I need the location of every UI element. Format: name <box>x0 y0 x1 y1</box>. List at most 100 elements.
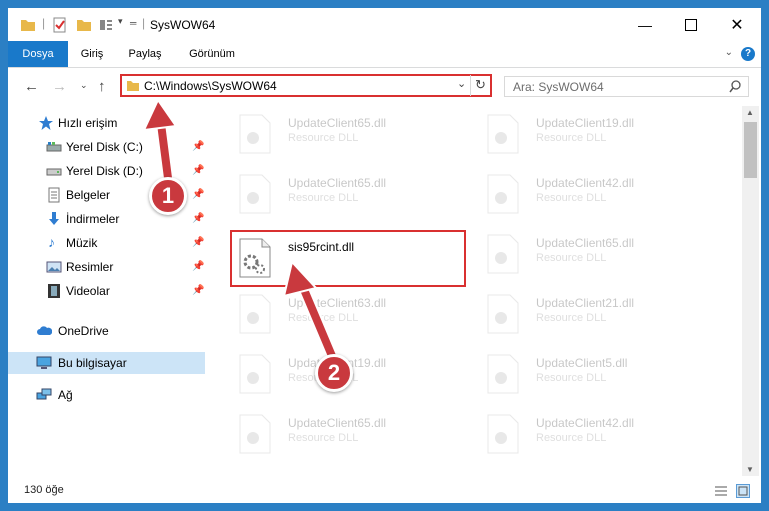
folder-icon <box>21 20 35 31</box>
sidebar-item-quick-access[interactable]: Hızlı erişim <box>8 112 205 134</box>
file-item[interactable]: UpdateClient65.dll Resource DLL <box>228 170 458 220</box>
file-item[interactable]: UpdateClient19.dll Resource DLL <box>476 110 706 160</box>
pin-icon[interactable]: 📌 <box>192 141 204 152</box>
videos-icon <box>48 284 60 298</box>
sidebar-item-onedrive[interactable]: OneDrive <box>8 320 205 342</box>
vertical-scrollbar[interactable]: ▲ ▼ <box>742 106 759 476</box>
pin-icon[interactable]: 📌 <box>192 285 204 296</box>
minimize-icon: — <box>638 16 652 33</box>
file-item[interactable]: UpdateClient42.dll Resource DLL <box>476 410 706 460</box>
explorer-window: | ▾ ═ | SysWOW64 — ✕ Dosya Giriş Paylaş … <box>8 8 761 503</box>
new-folder-icon[interactable] <box>76 17 92 33</box>
search-placeholder: Ara: SysWOW64 <box>513 80 604 94</box>
tab-share[interactable]: Paylaş <box>116 41 174 67</box>
file-item[interactable]: UpdateClient65.dll Resource DLL <box>476 230 706 280</box>
dll-file-icon <box>239 354 271 394</box>
file-name: UpdateClient65.dll <box>288 416 387 430</box>
qa-dropdown-icon[interactable]: ▾ <box>118 16 123 32</box>
music-icon: ♪ <box>48 234 55 250</box>
drive-icon <box>46 168 62 176</box>
ribbon-tabs: Dosya Giriş Paylaş Görünüm ⌄ ? <box>8 41 761 68</box>
customize-icon[interactable] <box>98 17 114 33</box>
pin-icon[interactable]: 📌 <box>192 189 204 200</box>
scroll-up-icon[interactable]: ▲ <box>746 108 754 117</box>
pin-icon[interactable]: 📌 <box>192 237 204 248</box>
title-bar: | ▾ ═ | SysWOW64 — ✕ <box>8 8 761 41</box>
minimize-button[interactable]: — <box>622 8 668 41</box>
scroll-down-icon[interactable]: ▼ <box>746 465 754 474</box>
up-icon[interactable]: ↑ <box>98 78 106 95</box>
pin-icon[interactable]: 📌 <box>192 261 204 272</box>
qa-more-icon[interactable]: ═ <box>130 18 136 34</box>
dll-file-icon <box>487 414 519 454</box>
sidebar-item-label: Resimler <box>66 260 114 274</box>
separator: | <box>42 16 46 30</box>
file-type: Resource DLL <box>536 252 607 264</box>
callout-2: 2 <box>315 354 353 392</box>
sidebar-item-music[interactable]: ♪ Müzik 📌 <box>8 232 205 254</box>
file-item[interactable]: UpdateClient65.dll Resource DLL <box>228 110 458 160</box>
help-icon[interactable]: ? <box>741 47 755 61</box>
pin-icon[interactable]: 📌 <box>192 165 204 176</box>
scrollbar-thumb[interactable] <box>744 122 757 178</box>
separator: | <box>142 16 146 30</box>
back-icon[interactable]: ← <box>24 78 39 95</box>
file-item[interactable]: UpdateClient63.dll Resource DLL <box>228 290 458 340</box>
tiles-view-icon[interactable] <box>736 484 750 498</box>
dll-file-icon <box>487 114 519 154</box>
navigation-pane: Hızlı erişim Yerel Disk (C:) 📌 Yerel Dis… <box>8 106 206 476</box>
file-type: Resource DLL <box>288 432 359 444</box>
tab-file[interactable]: Dosya <box>8 41 68 67</box>
drive-icon <box>46 142 62 152</box>
sidebar-item-label: Belgeler <box>66 188 111 202</box>
sidebar-item-disk-c[interactable]: Yerel Disk (C:) 📌 <box>8 136 205 158</box>
sidebar-item-label: Müzik <box>66 236 98 250</box>
file-name: UpdateClient5.dll <box>536 356 628 370</box>
details-view-icon[interactable] <box>714 484 728 498</box>
maximize-button[interactable] <box>668 8 714 41</box>
file-item[interactable]: UpdateClient5.dll Resource DLL <box>476 350 706 400</box>
tab-view[interactable]: Görünüm <box>174 41 250 67</box>
file-type: Resource DLL <box>536 312 607 324</box>
star-icon <box>39 116 53 130</box>
refresh-icon[interactable]: ↻ <box>475 77 486 93</box>
address-dropdown-icon[interactable]: ⌄ <box>457 77 466 90</box>
close-button[interactable]: ✕ <box>714 8 760 41</box>
pictures-icon <box>46 261 62 273</box>
folder-icon <box>127 81 139 91</box>
close-icon: ✕ <box>730 16 744 34</box>
file-item[interactable]: UpdateClient42.dll Resource DLL <box>476 170 706 220</box>
sidebar-item-videos[interactable]: Videolar 📌 <box>8 280 205 302</box>
sidebar-item-pictures[interactable]: Resimler 📌 <box>8 256 205 278</box>
download-icon <box>49 212 59 225</box>
pin-icon[interactable]: 📌 <box>192 213 204 224</box>
sidebar-item-label: Yerel Disk (D:) <box>66 164 143 178</box>
callout-1: 1 <box>149 177 187 215</box>
file-item[interactable]: UpdateClient21.dll Resource DLL <box>476 290 706 340</box>
divider <box>470 75 471 96</box>
dll-file-icon <box>487 354 519 394</box>
file-name: UpdateClient19.dll <box>536 116 635 130</box>
sidebar-item-network[interactable]: Ağ <box>8 384 205 406</box>
file-type: Resource DLL <box>288 312 359 324</box>
file-name: UpdateClient42.dll <box>536 176 635 190</box>
sidebar-item-label: Videolar <box>66 284 110 298</box>
maximize-icon <box>685 18 697 31</box>
sidebar-item-this-pc[interactable]: Bu bilgisayar <box>8 352 205 374</box>
recent-locations-icon[interactable]: ⌄ <box>80 80 88 91</box>
window-title: SysWOW64 <box>150 18 216 32</box>
address-bar[interactable]: C:\Windows\SysWOW64 ⌄ ↻ <box>120 74 492 97</box>
file-highlight-box <box>230 230 466 287</box>
file-type: Resource DLL <box>536 432 607 444</box>
file-name: UpdateClient65.dll <box>536 236 635 250</box>
search-input[interactable]: Ara: SysWOW64 <box>504 76 749 97</box>
address-path: C:\Windows\SysWOW64 <box>144 79 277 93</box>
file-item[interactable]: UpdateClient65.dll Resource DLL <box>228 410 458 460</box>
dll-file-icon <box>239 174 271 214</box>
forward-icon[interactable]: → <box>52 78 67 95</box>
chevron-down-icon[interactable]: ⌄ <box>725 47 733 58</box>
file-type: Resource DLL <box>288 132 359 144</box>
status-bar: 130 öğe <box>8 480 761 503</box>
tab-home[interactable]: Giriş <box>68 41 116 67</box>
properties-icon[interactable] <box>52 17 68 33</box>
